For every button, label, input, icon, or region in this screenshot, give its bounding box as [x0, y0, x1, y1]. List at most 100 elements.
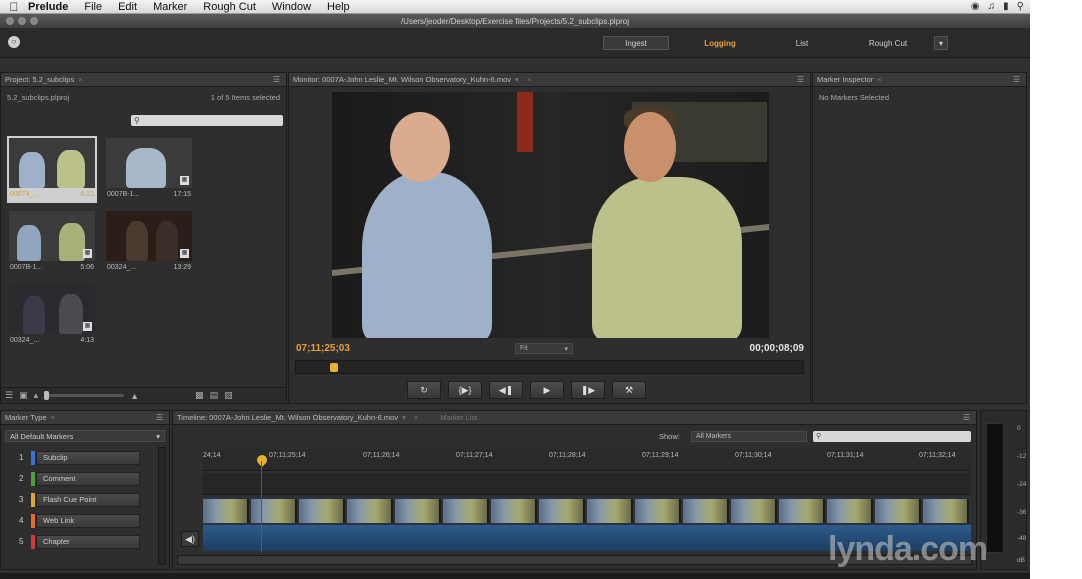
clip-thumbnail[interactable]: 00074_... 6:22	[7, 136, 97, 203]
zoom-out-icon[interactable]: ▴	[34, 390, 39, 401]
clip-thumbnail[interactable]: ▦ 00324_... 13:29	[104, 209, 194, 276]
menu-help[interactable]: Help	[327, 1, 350, 13]
icon-view-icon[interactable]: ▣	[19, 390, 28, 401]
step-back-button[interactable]: ◀❚	[489, 381, 523, 399]
tab-close-icon[interactable]: ×	[51, 413, 55, 422]
status-bar	[0, 573, 1030, 579]
battery-icon[interactable]: ▮	[1003, 1, 1009, 12]
panel-menu-icon[interactable]: ☰	[1013, 75, 1020, 84]
apple-icon[interactable]: 	[0, 0, 28, 14]
workspace-list[interactable]: List	[780, 36, 824, 50]
chevron-down-icon: ▾	[156, 431, 160, 441]
marker-filter-dropdown[interactable]: All Default Markers ▾	[5, 430, 165, 442]
close-window-icon[interactable]	[6, 17, 14, 25]
play-in-to-out-button[interactable]: {▶}	[448, 381, 482, 399]
zoom-fit-dropdown[interactable]: Fit ▾	[515, 343, 573, 354]
tab-marker-list[interactable]: Marker List	[440, 413, 477, 422]
new-bin-icon[interactable]: ▩	[195, 390, 204, 401]
tab-timeline[interactable]: Timeline: 0007A-John Leslie_Mt. Wilson O…	[177, 413, 398, 422]
menu-file[interactable]: File	[84, 1, 102, 13]
speaker-icon[interactable]: ◀)	[181, 531, 199, 547]
menu-edit[interactable]: Edit	[118, 1, 137, 13]
wifi-icon[interactable]: ◉	[971, 1, 980, 12]
marker-color-swatch	[31, 534, 35, 549]
panel-menu-icon[interactable]: ☰	[273, 75, 280, 84]
tab-monitor[interactable]: Monitor: 0007A-John Leslie_Mt. Wilson Ob…	[293, 75, 511, 84]
zoom-slider-handle[interactable]	[44, 391, 50, 400]
tab-close-icon[interactable]: ×	[527, 75, 531, 84]
clip-name: 00074_...	[10, 191, 40, 198]
menu-marker[interactable]: Marker	[153, 1, 187, 13]
project-search-input[interactable]: ⚲	[131, 115, 283, 126]
clip-name: 00324_...	[10, 337, 40, 344]
project-file: 5.2_subclips.plproj	[7, 93, 70, 102]
marker-subclip-button[interactable]: Subclip	[36, 450, 140, 465]
fit-label: Fit	[520, 345, 528, 352]
workspace-logging[interactable]: Logging	[692, 36, 748, 50]
trash-icon[interactable]: ▧	[224, 390, 233, 401]
playhead-handle[interactable]	[330, 363, 338, 372]
folder-icon[interactable]: ▤	[210, 390, 219, 401]
clip-thumbnail[interactable]: ▦ 0007B-1... 17:15	[104, 136, 194, 203]
meter-scale-label: -48	[1017, 535, 1027, 542]
tab-project[interactable]: Project: 5.2_subclips	[5, 75, 74, 84]
workspace-rough-cut[interactable]: Rough Cut	[846, 36, 930, 50]
prelude-logo-icon: ○	[8, 36, 20, 48]
menu-window[interactable]: Window	[272, 1, 311, 13]
monitor-scrub-bar[interactable]	[295, 360, 804, 374]
spotlight-icon[interactable]: ⚲	[1017, 1, 1024, 12]
menu-app-name[interactable]: Prelude	[28, 1, 68, 13]
marker-chapter-button[interactable]: Chapter	[36, 534, 140, 549]
menu-rough-cut[interactable]: Rough Cut	[203, 1, 256, 13]
volume-icon[interactable]: ♫	[988, 1, 996, 12]
ingest-button[interactable]: Ingest	[603, 36, 669, 50]
current-timecode[interactable]: 07;11;25;03	[296, 343, 350, 354]
marker-comment-button[interactable]: Comment	[36, 471, 140, 486]
time-ruler[interactable]: 24;14 07;11;25;14 07;11;26;14 07;11;27;1…	[203, 449, 971, 471]
tab-close-icon[interactable]: ×	[414, 413, 418, 422]
settings-button[interactable]: ⚒	[612, 381, 646, 399]
clip-thumbnail-image	[9, 138, 95, 188]
tab-dropdown-icon[interactable]: ▾	[402, 413, 406, 422]
video-track[interactable]	[203, 497, 971, 525]
video-preview[interactable]	[332, 92, 769, 338]
marker-track[interactable]	[203, 473, 971, 495]
duration-timecode: 00;00;08;09	[749, 343, 804, 354]
show-markers-dropdown[interactable]: All Markers	[691, 431, 807, 442]
workspace-dropdown-icon[interactable]: ▾	[934, 36, 948, 50]
zoom-in-icon[interactable]: ▲	[130, 391, 139, 401]
marker-web-link-button[interactable]: Web Link	[36, 513, 140, 528]
marker-type-panel: Marker Type × ☰ All Default Markers ▾ 1 S…	[0, 410, 170, 570]
marker-flash-cue-point-button[interactable]: Flash Cue Point	[36, 492, 140, 507]
panel-menu-icon[interactable]: ☰	[156, 413, 163, 422]
tab-marker-type[interactable]: Marker Type	[5, 413, 47, 422]
play-button[interactable]: ▶	[530, 381, 564, 399]
monitor-panel: Monitor: 0007A-John Leslie_Mt. Wilson Ob…	[288, 72, 811, 404]
clip-thumbnail[interactable]: ▦ 0007B-1... 5:06	[7, 209, 97, 276]
time-tick-label: 07;11;27;14	[456, 452, 493, 459]
time-tick-label: 07;11;32;14	[919, 452, 956, 459]
tab-dropdown-icon[interactable]: ▾	[515, 75, 519, 84]
list-view-icon[interactable]: ☰	[5, 390, 13, 401]
tab-close-icon[interactable]: ×	[78, 75, 82, 84]
clip-duration: 6:22	[80, 191, 94, 198]
tab-close-icon[interactable]: ×	[877, 75, 881, 84]
marker-color-swatch	[31, 450, 35, 465]
loop-icon: ↻	[420, 384, 428, 395]
minimize-window-icon[interactable]	[18, 17, 26, 25]
play-icon: ▶	[543, 384, 551, 395]
clip-duration: 4:13	[80, 337, 94, 344]
search-icon: ⚲	[816, 433, 822, 440]
step-forward-button[interactable]: ❚▶	[571, 381, 605, 399]
timeline-search-input[interactable]: ⚲	[813, 431, 971, 442]
zoom-window-icon[interactable]	[30, 17, 38, 25]
clip-thumbnail[interactable]: ▦ 00324_... 4:13	[7, 282, 97, 349]
panel-menu-icon[interactable]: ☰	[963, 413, 970, 422]
subclip-badge-icon: ▦	[180, 176, 189, 185]
tab-marker-inspector[interactable]: Marker Inspector	[817, 75, 873, 84]
marker-type-scrollbar[interactable]	[158, 447, 166, 565]
panel-menu-icon[interactable]: ☰	[797, 75, 804, 84]
clip-thumbnail-image: ▦	[9, 284, 95, 334]
loop-button[interactable]: ↻	[407, 381, 441, 399]
thumbnail-zoom-slider[interactable]	[44, 391, 125, 400]
